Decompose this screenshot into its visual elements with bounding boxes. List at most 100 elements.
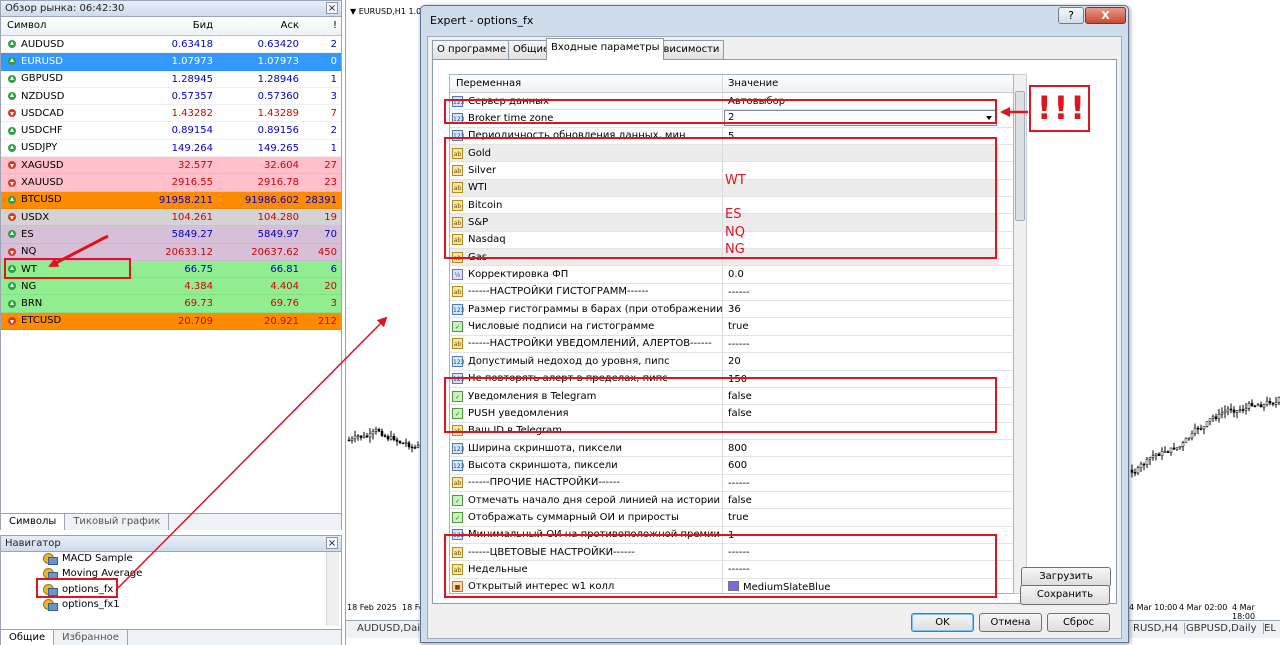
int-type-icon: 123 [452, 459, 464, 471]
exclamation-text: !!! [1037, 89, 1087, 127]
market-row[interactable]: USDCAD 1.43282 1.43289 7 [1, 105, 341, 123]
symbol-label: EURUSD [21, 55, 63, 67]
parameter-row[interactable]: ½ Корректировка ФП 0.0 [450, 266, 1013, 284]
market-row[interactable]: USDX 104.261 104.280 19 [1, 208, 341, 227]
navigator-scrollbar[interactable] [326, 552, 339, 626]
close-button[interactable]: X [1085, 7, 1126, 24]
cancel-button[interactable]: Отмена [979, 613, 1042, 632]
parameter-label: Отмечать начало дня серой линией на исто… [468, 494, 721, 506]
tab-common[interactable]: Общие [1, 630, 55, 645]
column-bid[interactable]: Бид [136, 17, 216, 35]
market-row-symbol: BTCUSD [1, 192, 136, 208]
navigator-item[interactable]: MACD Sample [43, 551, 133, 566]
market-row[interactable]: GBPUSD 1.28945 1.28946 1 [1, 70, 341, 88]
parameter-row[interactable]: ✓ Числовые подписи на гистограмме true [450, 318, 1013, 336]
tab-favorites[interactable]: Избранное [54, 630, 128, 645]
candle-body [1274, 401, 1278, 405]
chart-tab[interactable]: EL [1258, 623, 1280, 634]
parameter-row[interactable]: ✓ Отображать суммарный ОИ и приросты true [450, 509, 1013, 527]
parameter-row[interactable]: 123 Допустимый недоход до уровня, пипс 20 [450, 353, 1013, 371]
column-ask[interactable]: Аск [216, 17, 302, 35]
parameter-value[interactable]: 36 [723, 301, 999, 317]
market-row[interactable]: ETCUSD 20.709 20.921 212 [1, 312, 341, 331]
grid-scrollbar[interactable] [1014, 74, 1027, 594]
candle-body [374, 429, 378, 432]
reset-button[interactable]: Сброс [1047, 613, 1110, 632]
time-axis-label: 18 Feb 2025 [347, 603, 397, 612]
column-variable[interactable]: Переменная [450, 75, 723, 92]
highlight-wt-row [4, 258, 131, 279]
candle-body [1238, 409, 1242, 411]
navigator-title: Навигатор × [1, 536, 341, 552]
ask-value: 149.265 [257, 142, 299, 154]
navigator-item[interactable]: options_fx1 [43, 597, 120, 612]
tab-tick-chart[interactable]: Тиковый график [65, 514, 170, 530]
save-button[interactable]: Сохранить [1020, 585, 1110, 605]
symbol-label: USDCHF [21, 125, 63, 137]
tab-symbols[interactable]: Символы [1, 514, 66, 530]
parameter-row[interactable]: 123 Высота скриншота, пиксели 600 [450, 457, 1013, 475]
scrollbar-thumb[interactable] [1015, 91, 1025, 221]
symbol-label: XAUUSD [21, 177, 64, 189]
market-row[interactable]: BRN 69.73 69.76 3 [1, 295, 341, 313]
column-spread[interactable]: ! [302, 17, 341, 35]
parameter-value[interactable]: 20 [723, 353, 999, 369]
tab-about[interactable]: О программе [432, 40, 512, 59]
bid-value: 0.89154 [171, 125, 213, 137]
candle-body [1187, 437, 1191, 440]
candle-body [377, 429, 381, 432]
candle-body [362, 435, 366, 438]
candle-body [1244, 408, 1248, 411]
market-row[interactable]: XAGUSD 32.577 32.604 27 [1, 157, 341, 175]
chart-tab[interactable]: GBPUSD,Daily [1180, 623, 1264, 634]
parameter-value[interactable]: false [723, 492, 999, 508]
parameter-row[interactable]: 123 Размер гистограммы в барах (при отобр… [450, 301, 1013, 319]
symbol-label: USDJPY [21, 142, 58, 154]
candle-body [1226, 408, 1230, 412]
market-row[interactable]: NZDUSD 0.57357 0.57360 3 [1, 87, 341, 106]
chart-tab[interactable]: RUSD,H4 [1127, 623, 1186, 634]
parameter-label: ------ПРОЧИЕ НАСТРОЙКИ------ [468, 477, 620, 489]
ok-button[interactable]: OK [911, 613, 974, 632]
symbol-label: ETCUSD [21, 315, 62, 327]
highlight-symbol-params [444, 137, 997, 259]
load-button[interactable]: Загрузить [1021, 567, 1111, 587]
parameter-value[interactable]: 600 [723, 457, 999, 473]
parameter-value[interactable]: ------ [723, 475, 999, 491]
market-row-symbol: GBPUSD [1, 71, 136, 87]
market-row[interactable]: NG 4.384 4.404 20 [1, 278, 341, 296]
parameter-row[interactable]: ab ------НАСТРОЙКИ ГИСТОГРАММ------ ------ [450, 283, 1013, 302]
parameter-value[interactable]: true [723, 318, 999, 334]
candle-body [1160, 451, 1164, 456]
candle-body [1163, 451, 1167, 453]
column-value[interactable]: Значение [723, 75, 999, 92]
column-symbol[interactable]: Символ [1, 17, 136, 35]
close-icon[interactable]: × [326, 2, 338, 14]
tab-inputs[interactable]: Входные параметры [546, 38, 665, 60]
market-row[interactable]: AUDUSD 0.63418 0.63420 2 [1, 36, 341, 54]
market-row[interactable]: EURUSD 1.07973 1.07973 0 [1, 53, 341, 71]
market-row[interactable]: USDCHF 0.89154 0.89156 2 [1, 122, 341, 140]
parameter-value[interactable]: ------ [723, 336, 999, 352]
parameter-label: Числовые подписи на гистограмме [468, 321, 655, 333]
market-row[interactable]: XAUUSD 2916.55 2916.78 23 [1, 174, 341, 192]
spread-value: 450 [317, 246, 337, 258]
candle-body [1208, 418, 1212, 422]
parameter-value[interactable]: 800 [723, 440, 999, 456]
candle-body [1169, 447, 1173, 453]
parameter-row[interactable]: 123 Ширина скриншота, пиксели 800 [450, 439, 1013, 458]
parameter-value[interactable]: true [723, 509, 999, 525]
exclamation-box: !!! [1029, 85, 1090, 132]
market-row[interactable]: ES 5849.27 5849.97 70 [1, 226, 341, 244]
help-button[interactable]: ? [1058, 7, 1084, 24]
parameter-row[interactable]: ab ------ПРОЧИЕ НАСТРОЙКИ------ ------ [450, 474, 1013, 492]
parameter-row[interactable]: ab ------НАСТРОЙКИ УВЕДОМЛЕНИЙ, АЛЕРТОВ--… [450, 335, 1013, 354]
parameter-value[interactable]: ------ [723, 284, 999, 300]
symbol-label: ES [21, 228, 34, 240]
market-row[interactable]: USDJPY 149.264 149.265 1 [1, 139, 341, 158]
parameter-value[interactable]: 0.0 [723, 266, 999, 282]
market-row[interactable]: BTCUSD 91958.211 91986.602 28391 [1, 191, 341, 209]
close-icon[interactable]: × [326, 537, 338, 549]
parameter-row[interactable]: ✓ Отмечать начало дня серой линией на ист… [450, 491, 1013, 510]
dialog-title: Expert - options_fx [430, 14, 534, 27]
